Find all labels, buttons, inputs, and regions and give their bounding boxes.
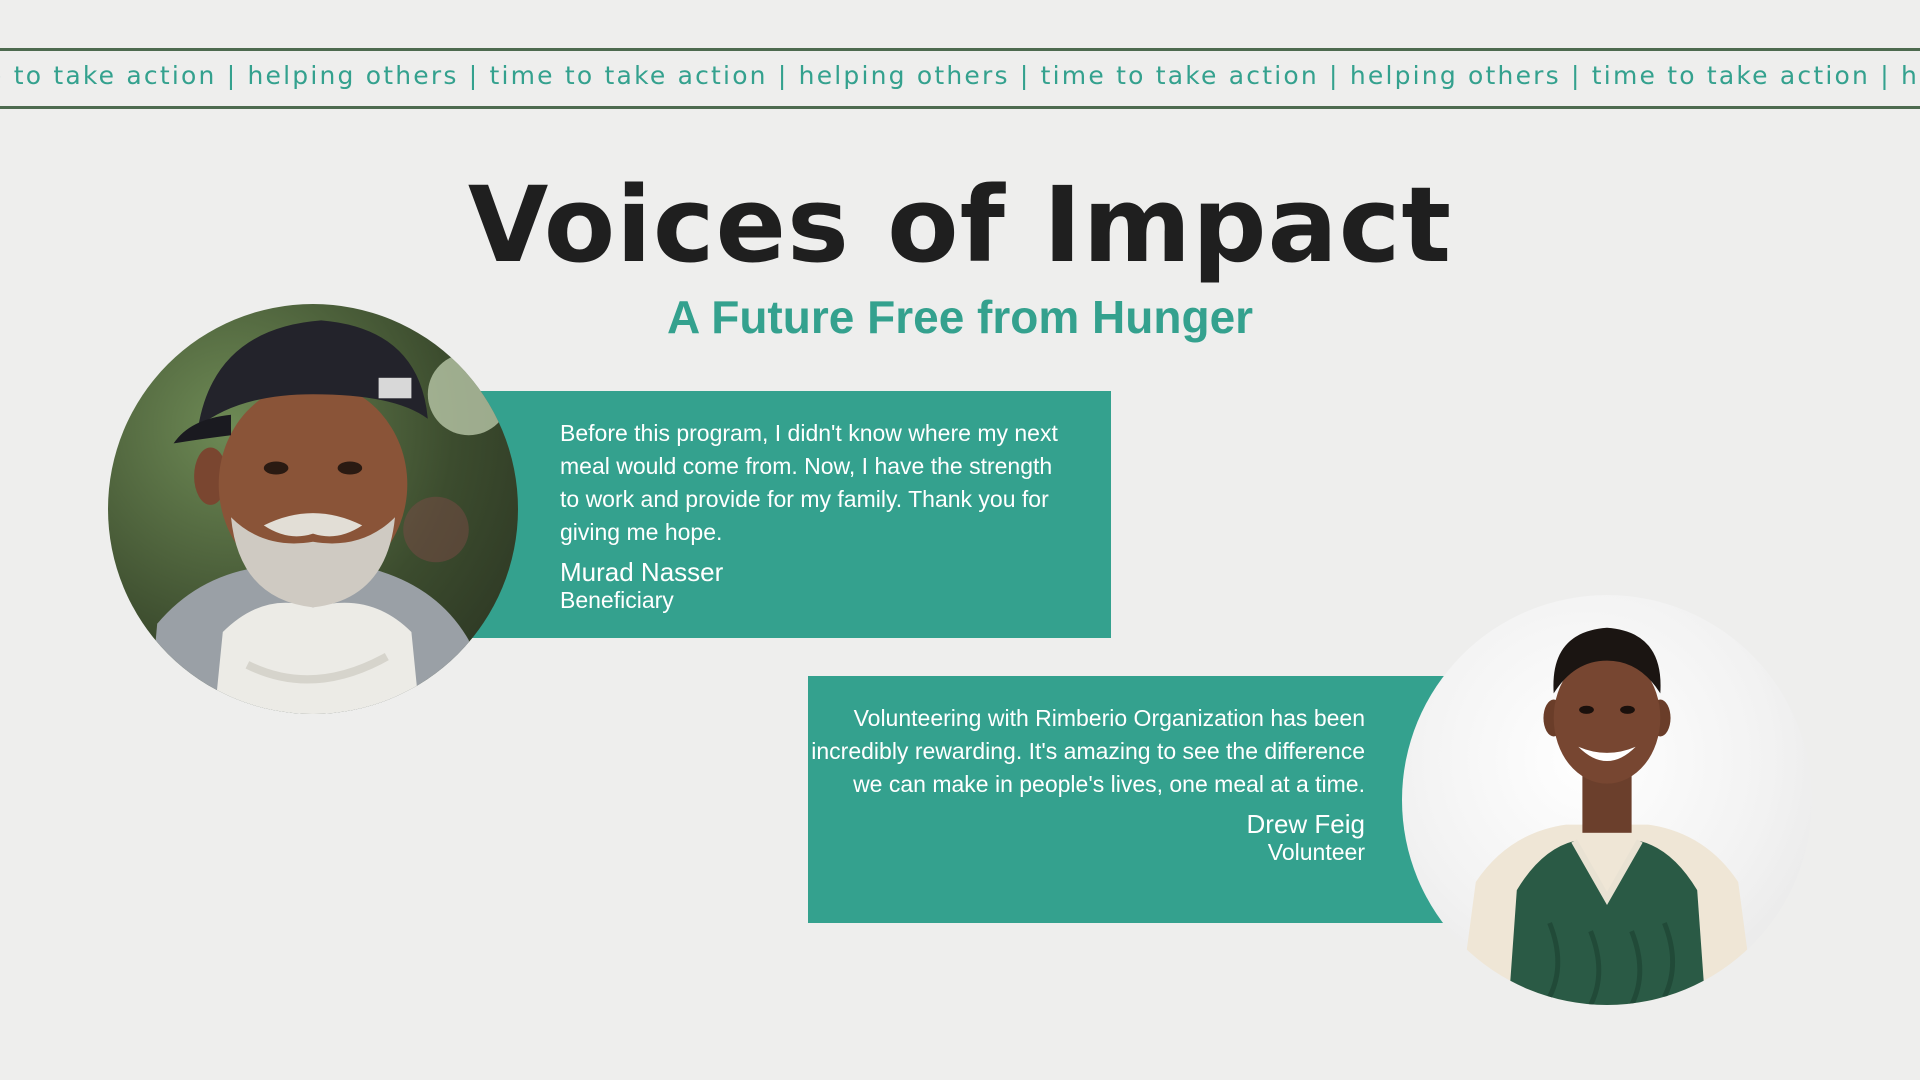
page-title: Voices of Impact [467, 164, 1453, 286]
testimonial-content-2: Volunteering with Rimberio Organization … [808, 702, 1365, 866]
testimonial-quote-1: Before this program, I didn't know where… [560, 420, 1058, 545]
testimonial-quote-2: Volunteering with Rimberio Organization … [811, 705, 1365, 797]
portrait-elderly-man-icon [108, 304, 518, 714]
ticker-text: e to take action | helping others | time… [0, 61, 1920, 90]
testimonial-card-1: Before this program, I didn't know where… [470, 391, 1111, 638]
portrait-elderly-man-svg [149, 320, 510, 714]
portrait-young-man-icon [1402, 595, 1812, 1005]
testimonial-role-2: Volunteer [1267, 839, 1365, 865]
testimonial-card-2: Volunteering with Rimberio Organization … [808, 676, 1468, 923]
testimonial-name-2: Drew Feig [1246, 809, 1365, 839]
testimonial-name-1: Murad Nasser [560, 557, 724, 587]
testimonial-role-1: Beneficiary [560, 587, 674, 613]
portrait-young-man-svg [1459, 627, 1755, 1005]
ticker-band: e to take action | helping others | time… [0, 48, 1920, 109]
